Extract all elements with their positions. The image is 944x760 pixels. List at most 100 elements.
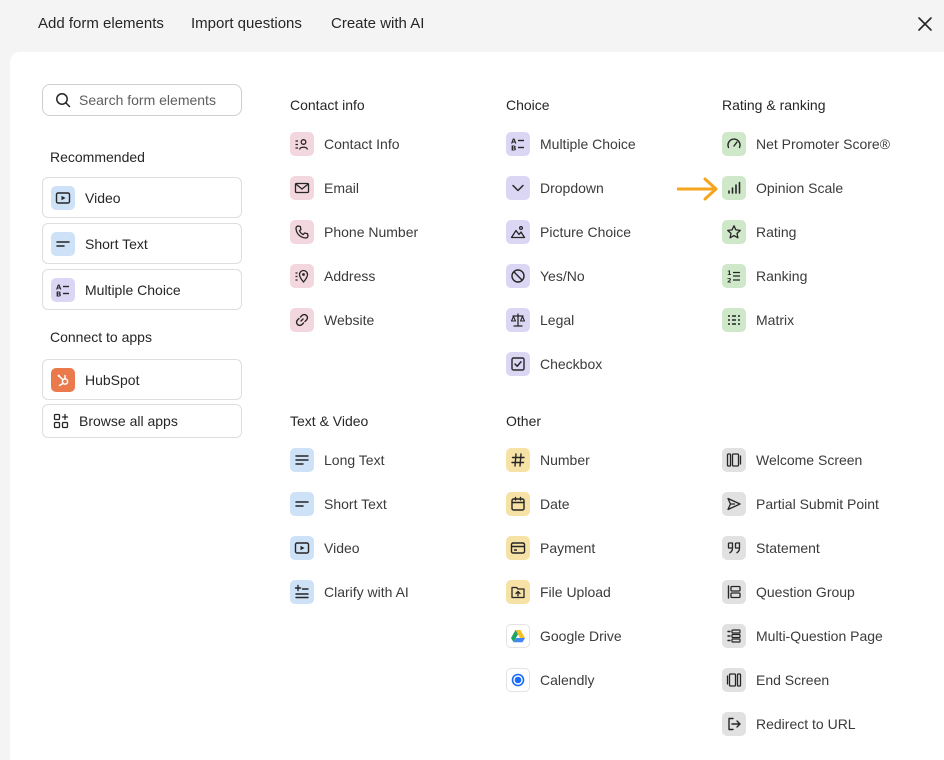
multiple-choice-icon: AB <box>51 277 75 302</box>
recommended-short-text-label: Short Text <box>85 235 148 252</box>
element-picture-choice-label: Picture Choice <box>540 224 632 240</box>
tab-create-with-ai[interactable]: Create with AI <box>331 15 424 32</box>
video-icon <box>290 536 314 560</box>
element-email-label: Email <box>324 180 360 196</box>
recommended-video[interactable]: Video <box>42 177 242 218</box>
credit-card-icon <box>506 536 530 560</box>
element-payment[interactable]: Payment <box>506 536 595 560</box>
tab-import-questions[interactable]: Import questions <box>191 15 302 32</box>
star-icon <box>722 220 746 244</box>
svg-text:B: B <box>56 290 61 298</box>
top-tab-bar: Add form elements Import questions Creat… <box>0 0 944 50</box>
multiple-choice-icon: AB <box>506 132 530 156</box>
element-number-label: Number <box>540 452 590 468</box>
svg-text:2: 2 <box>727 277 732 285</box>
element-checkbox[interactable]: Checkbox <box>506 352 602 376</box>
recommended-short-text[interactable]: Short Text <box>42 223 242 264</box>
choice-heading: Choice <box>506 97 550 113</box>
element-website[interactable]: Website <box>290 308 374 332</box>
element-date[interactable]: Date <box>506 492 570 516</box>
rating-ranking-heading: Rating & ranking <box>722 97 826 113</box>
video-icon <box>51 185 75 210</box>
element-dropdown[interactable]: Dropdown <box>506 176 604 200</box>
tab-add-form-elements[interactable]: Add form elements <box>38 15 164 32</box>
recommended-video-label: Video <box>85 189 121 206</box>
checkbox-icon <box>506 352 530 376</box>
element-clarify-with-ai[interactable]: Clarify with AI <box>290 580 409 604</box>
element-file-upload[interactable]: File Upload <box>506 580 611 604</box>
element-matrix[interactable]: Matrix <box>722 308 794 332</box>
connect-apps-heading: Connect to apps <box>50 329 152 345</box>
element-address-label: Address <box>324 268 376 284</box>
element-net-promoter-score-label: Net Promoter Score® <box>756 136 891 152</box>
element-partial-submit-point[interactable]: Partial Submit Point <box>722 492 879 516</box>
element-redirect-to-url[interactable]: Redirect to URL <box>722 712 856 736</box>
element-video[interactable]: Video <box>290 536 360 560</box>
element-multiple-choice[interactable]: AB Multiple Choice <box>506 132 636 156</box>
matrix-icon <box>722 308 746 332</box>
calendar-icon <box>506 492 530 516</box>
quote-icon <box>722 536 746 560</box>
element-long-text-label: Long Text <box>324 452 385 468</box>
short-text-icon <box>290 492 314 516</box>
element-contact-info-label: Contact Info <box>324 136 400 152</box>
svg-text:B: B <box>511 145 516 153</box>
element-email[interactable]: Email <box>290 176 359 200</box>
chevron-down-icon <box>506 176 530 200</box>
send-icon <box>722 492 746 516</box>
element-address[interactable]: Address <box>290 264 375 288</box>
element-welcome-screen-label: Welcome Screen <box>756 452 863 468</box>
browse-all-apps-label: Browse all apps <box>79 413 178 429</box>
calendly-icon <box>506 668 530 692</box>
clarify-ai-icon <box>290 580 314 604</box>
element-statement[interactable]: Statement <box>722 536 820 560</box>
element-rating-label: Rating <box>756 224 797 240</box>
element-end-screen-label: End Screen <box>756 672 830 688</box>
end-screen-icon <box>722 668 746 692</box>
multi-question-icon <box>722 624 746 648</box>
element-yes-no[interactable]: Yes/No <box>506 264 585 288</box>
element-phone-number[interactable]: Phone Number <box>290 220 418 244</box>
element-picture-choice[interactable]: Picture Choice <box>506 220 631 244</box>
scales-icon <box>506 308 530 332</box>
element-welcome-screen[interactable]: Welcome Screen <box>722 448 862 472</box>
long-text-icon <box>290 448 314 472</box>
element-payment-label: Payment <box>540 540 596 556</box>
element-partial-submit-point-label: Partial Submit Point <box>756 496 879 512</box>
element-calendly[interactable]: Calendly <box>506 668 594 692</box>
element-file-upload-label: File Upload <box>540 584 611 600</box>
element-rating[interactable]: Rating <box>722 220 796 244</box>
element-statement-label: Statement <box>756 540 820 556</box>
recommended-multiple-choice[interactable]: AB Multiple Choice <box>42 269 242 310</box>
element-google-drive[interactable]: Google Drive <box>506 624 622 648</box>
element-net-promoter-score[interactable]: Net Promoter Score® <box>722 132 890 156</box>
app-hubspot-label: HubSpot <box>85 371 140 388</box>
element-number[interactable]: Number <box>506 448 590 472</box>
close-button[interactable] <box>914 13 936 35</box>
element-ranking[interactable]: 12 Ranking <box>722 264 807 288</box>
recommended-heading: Recommended <box>50 149 145 165</box>
element-question-group[interactable]: Question Group <box>722 580 855 604</box>
element-long-text[interactable]: Long Text <box>290 448 384 472</box>
yes-no-icon <box>506 264 530 288</box>
element-yes-no-label: Yes/No <box>540 268 585 284</box>
element-multiple-choice-label: Multiple Choice <box>540 136 636 152</box>
link-icon <box>290 308 314 332</box>
browse-all-apps-button[interactable]: Browse all apps <box>42 404 242 438</box>
ranking-icon: 12 <box>722 264 746 288</box>
element-opinion-scale[interactable]: Opinion Scale <box>722 176 843 200</box>
element-multi-question-page[interactable]: Multi-Question Page <box>722 624 883 648</box>
search-box[interactable] <box>42 84 242 116</box>
element-end-screen[interactable]: End Screen <box>722 668 829 692</box>
element-dropdown-label: Dropdown <box>540 180 604 196</box>
element-date-label: Date <box>540 496 570 512</box>
hubspot-icon <box>51 367 75 392</box>
element-matrix-label: Matrix <box>756 312 795 328</box>
gauge-icon <box>722 132 746 156</box>
app-hubspot[interactable]: HubSpot <box>42 359 242 400</box>
element-checkbox-label: Checkbox <box>540 356 603 372</box>
element-contact-info[interactable]: Contact Info <box>290 132 400 156</box>
element-short-text[interactable]: Short Text <box>290 492 387 516</box>
search-input[interactable] <box>79 92 229 108</box>
element-legal[interactable]: Legal <box>506 308 574 332</box>
